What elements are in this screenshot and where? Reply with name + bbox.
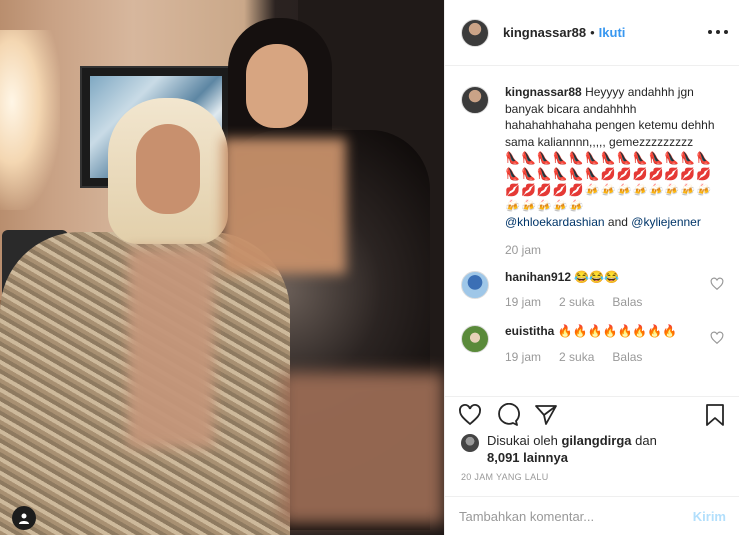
send-button[interactable]: Kirim <box>693 509 726 524</box>
likes-count[interactable]: 8,091 lainnya <box>487 450 568 465</box>
likes-text: Disukai oleh gilangdirga dan 8,091 lainn… <box>487 432 657 466</box>
censor-blur <box>128 248 214 448</box>
caption-username[interactable]: kingnassar88 <box>505 85 582 99</box>
avatar[interactable] <box>461 270 489 299</box>
caption-and: and <box>607 215 628 229</box>
post-photo[interactable] <box>0 0 444 535</box>
comment-button[interactable] <box>495 402 521 428</box>
more-options-icon[interactable] <box>706 22 730 42</box>
comment-username[interactable]: euistitha <box>505 324 554 338</box>
user-icon <box>19 513 29 524</box>
caption-emojis: 👠👠👠👠👠👠👠👠👠👠👠👠👠👠👠👠👠👠👠💋💋💋💋💋💋💋💋💋💋💋💋🍻🍻🍻🍻🍻🍻🍻🍻🍻… <box>505 151 713 213</box>
tagged-users-button[interactable] <box>12 506 36 530</box>
heart-icon[interactable] <box>710 277 724 291</box>
heart-icon[interactable] <box>710 331 724 345</box>
post-timestamp[interactable]: 20 JAM YANG LALU <box>461 472 549 482</box>
comment-text-block: euistitha 🔥🔥🔥🔥🔥🔥🔥🔥 <box>505 323 715 340</box>
avatar[interactable] <box>461 18 489 47</box>
reply-button[interactable]: Balas <box>612 295 642 309</box>
comment-likes[interactable]: 2 suka <box>559 350 594 364</box>
share-icon <box>535 404 557 425</box>
like-button[interactable] <box>457 402 483 428</box>
save-button[interactable] <box>702 402 728 428</box>
caption-mentions: @khloekardashian and @kyliejenner <box>505 214 715 231</box>
caption: kingnassar88 Heyyyy andahhh jgn banyak b… <box>461 84 724 257</box>
caption-time[interactable]: 20 jam <box>505 243 541 257</box>
separator-dot: • <box>590 25 595 40</box>
heart-icon <box>459 403 481 425</box>
comment-text-block: hanihan912 😂😂😂 <box>505 269 715 286</box>
add-comment-bar: Kirim <box>445 496 739 535</box>
follow-button[interactable]: Ikuti <box>599 25 626 40</box>
comment-meta: 19 jam 2 suka Balas <box>505 295 724 309</box>
comment-text: 🔥🔥🔥🔥🔥🔥🔥🔥 <box>557 324 678 338</box>
mention-link[interactable]: @khloekardashian <box>505 215 605 229</box>
list-item: hanihan912 😂😂😂 19 jam 2 suka Balas <box>461 269 724 309</box>
post-sidebar: kingnassar88 • Ikuti kingnassar88 Heyyyy… <box>444 0 739 535</box>
likes-prefix: Disukai oleh <box>487 433 558 448</box>
person-face-right <box>246 44 308 128</box>
comments-section[interactable]: kingnassar88 Heyyyy andahhh jgn banyak b… <box>445 66 739 396</box>
avatar[interactable] <box>461 86 489 114</box>
comment-input[interactable] <box>459 508 693 524</box>
avatar[interactable] <box>461 325 489 353</box>
post-username[interactable]: kingnassar88 <box>503 25 586 40</box>
censor-blur <box>280 372 444 524</box>
reply-button[interactable]: Balas <box>612 350 642 364</box>
person-face-left <box>136 124 200 214</box>
comment-time[interactable]: 19 jam <box>505 350 541 364</box>
comment-meta: 19 jam 2 suka Balas <box>505 350 724 364</box>
caption-meta: 20 jam <box>505 243 724 257</box>
share-button[interactable] <box>533 402 559 428</box>
censor-blur <box>222 138 346 274</box>
mention-link[interactable]: @kyliejenner <box>631 215 701 229</box>
list-item: euistitha 🔥🔥🔥🔥🔥🔥🔥🔥 19 jam 2 suka Balas <box>461 323 724 364</box>
wall-lamp-glow <box>0 30 60 210</box>
comment-username[interactable]: hanihan912 <box>505 270 571 284</box>
caption-text-block: kingnassar88 Heyyyy andahhh jgn banyak b… <box>505 84 715 150</box>
comment-text: 😂😂😂 <box>574 269 620 284</box>
liker-username[interactable]: gilangdirga <box>561 433 631 448</box>
avatar[interactable] <box>461 434 479 452</box>
comment-time[interactable]: 19 jam <box>505 295 541 309</box>
comment-likes[interactable]: 2 suka <box>559 295 594 309</box>
post-header: kingnassar88 • Ikuti <box>445 0 739 66</box>
likes-middle: dan <box>635 433 657 448</box>
comment-icon <box>498 402 520 426</box>
likes-summary: Disukai oleh gilangdirga dan 8,091 lainn… <box>461 432 731 466</box>
bookmark-icon <box>706 403 724 426</box>
post-actions <box>445 396 739 432</box>
